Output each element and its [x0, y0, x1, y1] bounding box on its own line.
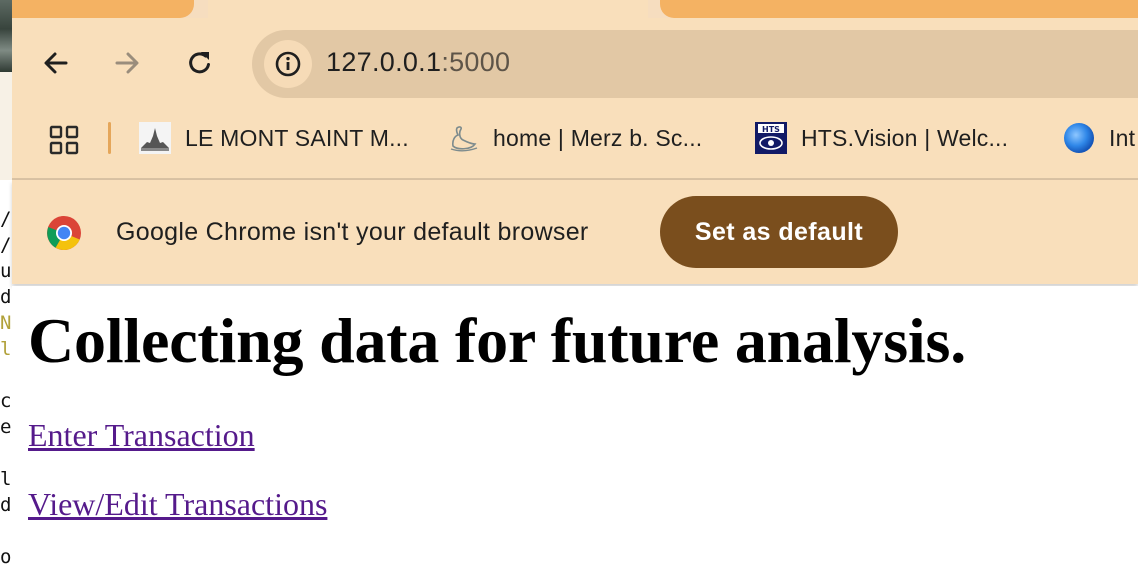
site-info-button[interactable]: [264, 40, 312, 88]
tab-previous[interactable]: [12, 0, 194, 18]
address-bar[interactable]: 127.0.0.1:5000: [252, 30, 1138, 98]
set-as-default-button[interactable]: Set as default: [660, 196, 898, 268]
back-button[interactable]: [39, 46, 73, 80]
page-content: Collecting data for future analysis. Ent…: [12, 286, 1138, 588]
enter-transaction-link[interactable]: Enter Transaction: [28, 417, 255, 454]
tab-next[interactable]: [660, 0, 1138, 18]
info-icon: [275, 51, 301, 77]
terminal-text: / / u d N l c e l d o: [0, 208, 12, 568]
url-port: :5000: [441, 47, 511, 77]
swan-favicon: [450, 126, 478, 152]
view-edit-transactions-link[interactable]: View/Edit Transactions: [28, 486, 327, 523]
background-terminal: / / u d N l c e l d o: [0, 0, 12, 588]
default-browser-infobar: Google Chrome isn't your default browser…: [12, 180, 1138, 284]
bookmark-label: Int: [1109, 124, 1136, 151]
svg-text:HTS: HTS: [762, 125, 780, 134]
reload-icon: [189, 52, 210, 74]
desktop-photo-fragment: [0, 0, 12, 72]
url-host: 127.0.0.1: [326, 47, 442, 77]
arrow-left-icon: [44, 52, 68, 74]
tab-strip: [12, 0, 1138, 18]
infobar-message: Google Chrome isn't your default browser: [116, 218, 589, 246]
bookmarks-bar: LE MONT SAINT M... home | Merz b. Sc... …: [12, 110, 1138, 180]
url-text[interactable]: 127.0.0.1:5000: [326, 47, 510, 78]
forward-button[interactable]: [110, 46, 144, 80]
page-heading: Collecting data for future analysis.: [28, 305, 966, 376]
browser-window: 127.0.0.1:5000 LE MONT SAINT M... home |: [12, 0, 1138, 588]
background-divider: [0, 72, 12, 180]
bookmark-mont-saint-michel[interactable]: LE MONT SAINT M...: [139, 120, 409, 156]
apps-grid-icon[interactable]: [48, 124, 80, 156]
arrow-right-icon: [115, 52, 139, 74]
bookmarks-divider: [108, 122, 111, 154]
bookmark-label: LE MONT SAINT M...: [185, 124, 409, 151]
toolbar: 127.0.0.1:5000: [12, 18, 1138, 110]
bookmark-merz[interactable]: home | Merz b. Sc...: [447, 120, 702, 156]
chrome-logo-icon: [47, 216, 81, 250]
tab-active[interactable]: [208, 0, 648, 18]
bookmark-hts-vision[interactable]: HTS HTS.Vision | Welc...: [755, 120, 1008, 156]
globe-favicon: [1064, 123, 1094, 153]
bookmark-label: HTS.Vision | Welc...: [801, 124, 1009, 151]
castle-favicon: [139, 122, 171, 154]
bookmark-label: home | Merz b. Sc...: [493, 124, 703, 151]
bookmark-int[interactable]: Int: [1063, 120, 1135, 156]
hts-favicon: HTS: [755, 122, 787, 154]
reload-button[interactable]: [183, 46, 217, 80]
